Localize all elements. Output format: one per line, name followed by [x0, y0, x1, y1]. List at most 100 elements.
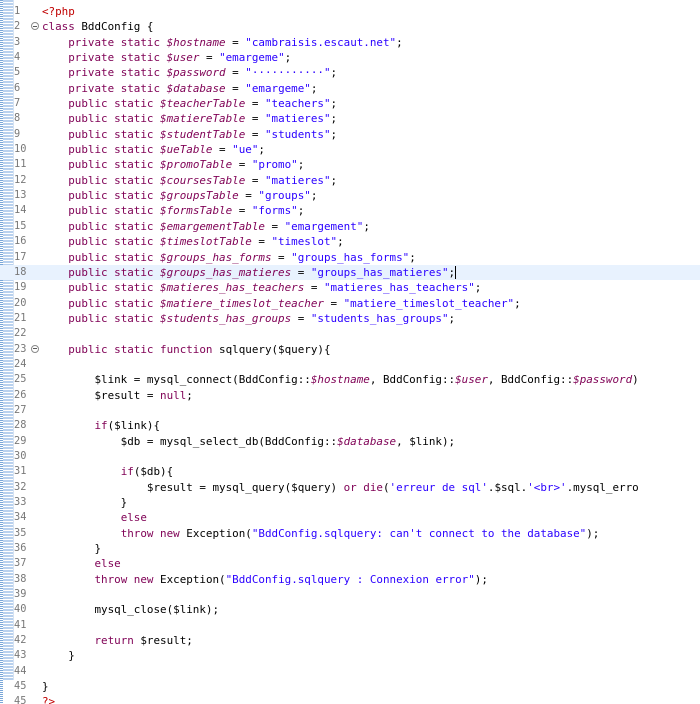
code-token: = [199, 51, 220, 65]
code-line[interactable]: 35 throw new Exception("BddConfig.sqlque… [0, 526, 700, 541]
code-token: = [245, 173, 265, 187]
code-token: public static [68, 311, 161, 325]
code-token: if [120, 465, 134, 479]
code-line[interactable]: 8 public static $matiereTable = "matiere… [0, 111, 700, 126]
fold-toggle-icon[interactable] [31, 22, 39, 31]
code-token: public static [68, 250, 161, 264]
code-line[interactable]: 39 [0, 587, 700, 602]
code-line[interactable]: 32 $result = mysql_query($query) or die(… [0, 480, 700, 495]
code-line[interactable]: 31 if($db){ [0, 464, 700, 479]
code-line[interactable]: 24 [0, 357, 700, 372]
line-number: 37 [14, 557, 27, 570]
code-editor[interactable]: 1 <?php 2 class BddConfig {3 private static… [0, 0, 700, 704]
code-line[interactable]: 6 private static $database = "emargeme"; [0, 81, 700, 96]
line-number: 17 [14, 250, 27, 263]
code-token: $timeslotTable [160, 235, 252, 249]
fold-toggle-icon[interactable] [31, 344, 39, 353]
code-line[interactable]: 18 public static $groups_has_matieres = … [0, 264, 700, 281]
code-token: = [323, 296, 344, 310]
code-token: ?> [42, 695, 56, 704]
line-code: public static $formsTable = "forms"; [42, 203, 304, 218]
code-line[interactable]: 42 return $result; [0, 633, 700, 648]
code-line[interactable]: 2 class BddConfig { [0, 19, 700, 34]
line-number: 22 [14, 327, 27, 340]
code-line[interactable]: 30 [0, 449, 700, 464]
code-line[interactable]: 11 public static $promoTable = "promo"; [0, 157, 700, 172]
line-code: } [42, 495, 128, 510]
code-token: "emargeme" [219, 51, 285, 65]
code-line[interactable]: 26 $result = null; [0, 388, 700, 403]
code-token: $link = mysql_connect(BddConfig:: [42, 373, 311, 387]
line-code: public static $students_has_groups = "st… [42, 311, 455, 326]
code-line[interactable]: 12 public static $coursesTable = "matier… [0, 173, 700, 188]
code-line[interactable]: 25 $link = mysql_connect(BddConfig::$hos… [0, 372, 700, 387]
line-code: $result = mysql_query($query) or die('er… [42, 480, 639, 495]
code-line[interactable]: 36 } [0, 541, 700, 556]
line-number: 43 [14, 649, 27, 662]
line-code: public static $matieres_has_teachers = "… [42, 280, 481, 295]
code-line[interactable]: 37 else [0, 556, 700, 571]
code-line[interactable]: 9 public static $studentTable = "student… [0, 127, 700, 142]
code-line[interactable]: 17 public static $groups_has_forms = "gr… [0, 250, 700, 265]
code-line[interactable]: 15 public static $emargementTable = "ema… [0, 219, 700, 234]
code-line[interactable]: 29 $db = mysql_select_db(BddConfig::$dat… [0, 434, 700, 449]
code-line[interactable]: 23 public static function sqlquery($quer… [0, 342, 700, 357]
line-code: public static $groups_has_matieres = "gr… [42, 265, 457, 280]
code-line[interactable]: 38 throw new Exception("BddConfig.sqlque… [0, 572, 700, 587]
code-line[interactable]: 10 public static $ueTable = "ue"; [0, 142, 700, 157]
code-token: ; [310, 189, 318, 203]
code-token: $coursesTable [160, 173, 246, 187]
code-line[interactable]: 22 [0, 326, 700, 341]
code-token: } [42, 680, 49, 694]
code-line[interactable]: 13 public static $groupsTable = "groups"… [0, 188, 700, 203]
code-token: $groupsTable [160, 189, 239, 203]
code-line[interactable]: 40 mysql_close($link); [0, 602, 700, 617]
code-line[interactable]: 1 <?php [0, 4, 700, 19]
code-line[interactable]: 45 ?> [0, 694, 700, 704]
code-line[interactable]: 45} [0, 679, 700, 694]
code-token: public static [68, 97, 161, 111]
code-line[interactable]: 41 [0, 618, 700, 633]
code-token: $teacherTable [160, 97, 246, 111]
code-token: ; [363, 219, 370, 233]
code-token: = [264, 219, 285, 233]
code-token: = [245, 112, 265, 126]
code-line[interactable]: 5 private static $password = "··········… [0, 65, 700, 80]
line-number: 11 [14, 158, 27, 171]
code-token: mysql_close($link); [42, 603, 220, 617]
line-number: 42 [14, 634, 27, 647]
code-token: if [94, 419, 108, 433]
code-token: $database [166, 81, 226, 95]
code-token: $emargementTable [160, 219, 265, 233]
line-number: 14 [14, 204, 27, 217]
code-line[interactable]: 16 public static $timeslotTable = "times… [0, 234, 700, 249]
code-line[interactable]: 28 if($link){ [0, 418, 700, 433]
line-number: 19 [14, 281, 27, 294]
line-number: 4 [14, 51, 21, 64]
code-token: ($link){ [107, 419, 161, 433]
code-line[interactable]: 4 private static $user = "emargeme"; [0, 50, 700, 65]
code-token: = [232, 158, 252, 172]
code-line[interactable]: 19 public static $matieres_has_teachers … [0, 280, 700, 295]
code-lines[interactable]: 1 <?php 2 class BddConfig {3 private static… [0, 4, 700, 704]
code-line[interactable]: 44 [0, 664, 700, 679]
code-line[interactable]: 14 public static $formsTable = "forms"; [0, 203, 700, 218]
code-line[interactable]: 3 private static $hostname = "cambraisis… [0, 35, 700, 50]
line-number: 27 [14, 403, 27, 416]
code-token: $students_has_groups [160, 311, 292, 325]
code-line[interactable]: 7 public static $teacherTable = "teacher… [0, 96, 700, 111]
code-line[interactable]: 43 } [0, 648, 700, 663]
code-line[interactable]: 33 } [0, 495, 700, 510]
code-line[interactable]: 20 public static $matiere_timeslot_teach… [0, 296, 700, 311]
code-line[interactable]: 21 public static $students_has_groups = … [0, 311, 700, 326]
code-token: "teachers" [264, 97, 331, 111]
code-line[interactable]: 34 else [0, 510, 700, 525]
code-line[interactable]: 27 [0, 403, 700, 418]
line-code: private static $password = "···········"… [42, 65, 337, 80]
